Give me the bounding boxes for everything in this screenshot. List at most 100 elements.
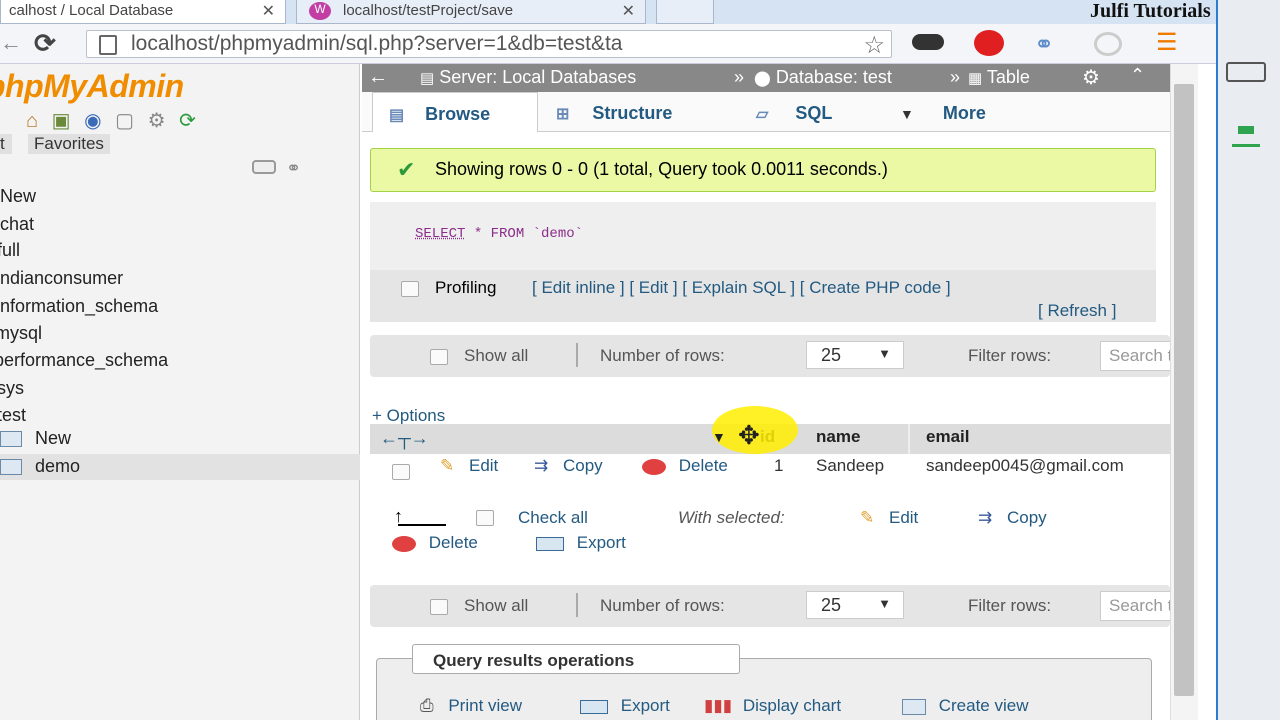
print-view-link[interactable]: ⎙ Print view (420, 696, 522, 716)
status-bar (1232, 144, 1260, 147)
check-all-checkbox[interactable] (476, 510, 494, 526)
menu-icon[interactable]: ☰ (1156, 31, 1182, 55)
show-all-checkbox[interactable] (430, 349, 448, 365)
reload-icon[interactable]: ⟳ (34, 28, 56, 59)
bulk-delete-button[interactable]: Delete (392, 533, 478, 553)
refresh-link[interactable]: Refresh (1047, 301, 1107, 320)
collapse-nav-arrow-icon[interactable]: ← (368, 66, 388, 89)
column-header-name[interactable]: name (816, 427, 860, 447)
pencil-icon: ✎ (860, 508, 875, 527)
tab-structure[interactable]: ⊞ Structure (556, 92, 732, 132)
edit-link[interactable]: Edit (639, 278, 668, 297)
bulk-export-button[interactable]: Export (536, 533, 626, 553)
browser-tab-phpmyadmin[interactable]: calhost / Local Database ✕ (0, 0, 286, 24)
create-view-link[interactable]: Create view (902, 696, 1029, 716)
nav-icons: ⌂ ▣ ◉ ▢ ⚙ ⟳ (26, 108, 196, 133)
adblock-extension-icon[interactable] (974, 30, 1004, 56)
row-delete-action[interactable]: Delete (642, 456, 728, 476)
tab-recent[interactable]: t (0, 134, 12, 154)
tab-favorites[interactable]: Favorites (28, 134, 110, 154)
column-arrows-icon[interactable]: ←┬→ (380, 428, 429, 449)
export-link[interactable]: Export (580, 696, 670, 716)
close-icon[interactable]: ✕ (622, 1, 635, 21)
rows-select[interactable]: 25 ▼ (806, 341, 904, 369)
rows-select[interactable]: 25 ▼ (806, 591, 904, 619)
browser-tab-testproject[interactable]: W localhost/testProject/save ✕ (296, 0, 646, 24)
db-item-chat[interactable]: chat (0, 214, 34, 235)
extension-icon[interactable] (1094, 32, 1122, 56)
home-icon[interactable]: ⌂ (26, 110, 38, 133)
tab-sql[interactable]: ▱ SQL (756, 92, 866, 132)
gear-icon[interactable]: ⚙ (148, 108, 166, 133)
server-icon: ▤ (420, 70, 435, 87)
query-results-operations-title: Query results operations (412, 644, 740, 674)
help-icon[interactable]: ◉ (84, 108, 101, 133)
database-icon: ⬤ (754, 70, 771, 87)
chevron-down-icon: ▼ (900, 106, 914, 122)
reload-nav-icon[interactable]: ⟳ (179, 108, 196, 133)
breadcrumb-separator: » (734, 67, 745, 87)
collapse-all-icon[interactable] (252, 160, 276, 174)
show-all-checkbox[interactable] (430, 599, 448, 615)
close-icon[interactable]: ✕ (262, 1, 275, 21)
server-link[interactable]: ▤ Server: Local Databases (420, 67, 636, 88)
url-text: localhost/phpmyadmin/sql.php?server=1&db… (131, 32, 623, 55)
pma-logo[interactable]: phpMyAdmin (0, 68, 198, 105)
row-checkbox[interactable] (392, 464, 410, 480)
settings-gear-icon[interactable]: ⚙ (1082, 65, 1100, 90)
table-link[interactable]: ▦ Table (968, 67, 1030, 88)
sql-icon: ▱ (756, 106, 769, 123)
display-chart-link[interactable]: ▮▮▮ Display chart (704, 696, 841, 716)
collapse-up-icon[interactable]: ⌃ (1130, 65, 1145, 86)
scrollbar-thumb[interactable] (1174, 84, 1194, 696)
row-copy-action[interactable]: ⇉ Copy (534, 456, 603, 476)
bulk-copy-button[interactable]: ⇉ Copy (978, 508, 1047, 528)
incognito-extension-icon[interactable] (912, 34, 944, 50)
link-icon[interactable]: ⚭ (286, 158, 301, 179)
filter-input[interactable]: Search this table (1100, 591, 1180, 621)
top-navigation-bar: Show all Number of rows: 25 ▼ Filter rows… (370, 335, 1180, 377)
table-item-demo[interactable]: demo (0, 456, 80, 477)
checkmark-icon: ✔ (397, 157, 416, 182)
bookmark-star-icon[interactable]: ☆ (863, 31, 885, 57)
db-item-test[interactable]: test (0, 405, 26, 426)
db-item-full[interactable]: full (0, 240, 20, 261)
logout-icon[interactable]: ▣ (52, 108, 71, 133)
export-icon (536, 536, 564, 551)
profiling-checkbox[interactable] (401, 281, 419, 297)
db-item-sys[interactable]: sys (0, 378, 24, 399)
profiling-label: Profiling (435, 278, 497, 297)
create-php-link[interactable]: Create PHP code (809, 278, 941, 297)
edit-inline-link[interactable]: Edit inline (541, 278, 615, 297)
profiling-links: [ Edit inline ] [ Edit ] [ Explain SQL ]… (532, 278, 951, 297)
bulk-edit-button[interactable]: ✎ Edit (860, 508, 918, 528)
db-item-information-schema[interactable]: information_schema (0, 296, 158, 317)
new-tab-button[interactable] (656, 0, 714, 24)
chevron-down-icon: ▼ (878, 596, 891, 611)
check-all-label[interactable]: Check all (518, 508, 588, 528)
column-header-email[interactable]: email (926, 427, 969, 447)
move-cursor-icon: ✥ (738, 420, 760, 450)
options-link[interactable]: + Options (372, 406, 445, 426)
table-item-new[interactable]: New (0, 428, 71, 449)
db-item-performance-schema[interactable]: performance_schema (0, 350, 168, 371)
explain-sql-link[interactable]: Explain SQL (692, 278, 786, 297)
db-item-new[interactable]: New (0, 186, 36, 207)
back-arrow-icon[interactable]: ← (0, 30, 22, 56)
link-extension-icon[interactable]: ⚭ (1034, 30, 1054, 59)
database-link[interactable]: ⬤ Database: test (754, 67, 892, 88)
db-item-indianconsumer[interactable]: indianconsumer (0, 268, 123, 289)
tab-more[interactable]: ▼ More (900, 92, 1040, 132)
show-all-label: Show all (464, 346, 529, 365)
delete-icon (642, 458, 666, 475)
delete-icon (392, 535, 416, 552)
row-edit-action[interactable]: ✎ Edit (440, 456, 498, 476)
docs-icon[interactable]: ▢ (115, 108, 134, 133)
structure-icon: ⊞ (556, 106, 570, 123)
tab-browse[interactable]: ▤ Browse (372, 92, 538, 132)
filter-input[interactable]: Search this table (1100, 341, 1180, 371)
sql-query-text: SELECT * FROM `demo` (415, 226, 584, 242)
breadcrumb-separator: » (950, 67, 961, 87)
db-item-mysql[interactable]: mysql (0, 323, 42, 344)
address-bar[interactable]: localhost/phpmyadmin/sql.php?server=1&db… (86, 30, 892, 58)
